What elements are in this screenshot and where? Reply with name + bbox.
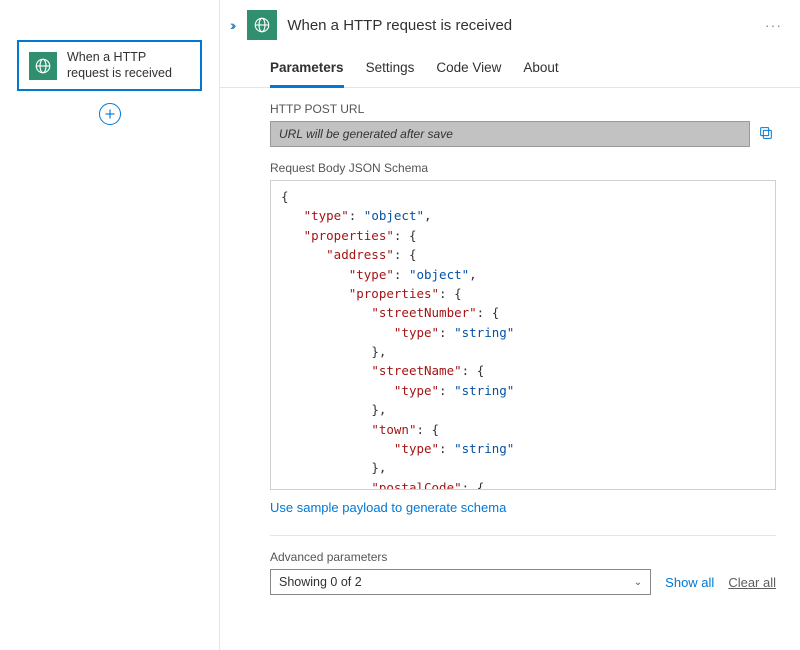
http-post-url-field: URL will be generated after save — [270, 121, 750, 147]
more-menu-icon[interactable]: ··· — [761, 17, 786, 33]
tab-about[interactable]: About — [523, 54, 558, 88]
trigger-node-card[interactable]: When a HTTP request is received — [17, 40, 202, 91]
advanced-params-dropdown[interactable]: Showing 0 of 2 ⌄ — [270, 569, 651, 595]
tab-parameters[interactable]: Parameters — [270, 54, 344, 88]
http-trigger-icon — [247, 10, 277, 40]
tab-code-view[interactable]: Code View — [436, 54, 501, 88]
show-all-link[interactable]: Show all — [665, 575, 714, 590]
panel-title: When a HTTP request is received — [287, 17, 751, 34]
clear-all-link[interactable]: Clear all — [728, 575, 776, 590]
use-sample-payload-link[interactable]: Use sample payload to generate schema — [270, 500, 506, 515]
json-schema-editor[interactable]: { "type": "object", "properties": { "add… — [270, 180, 776, 490]
copy-url-icon[interactable] — [758, 125, 776, 143]
advanced-params-value: Showing 0 of 2 — [279, 575, 362, 589]
tab-settings[interactable]: Settings — [366, 54, 415, 88]
http-post-url-label: HTTP POST URL — [270, 102, 776, 116]
chevron-down-icon: ⌄ — [634, 577, 642, 588]
schema-label: Request Body JSON Schema — [270, 161, 776, 175]
add-step-button[interactable] — [99, 103, 121, 125]
http-trigger-icon — [29, 52, 57, 80]
advanced-params-label: Advanced parameters — [270, 550, 776, 564]
trigger-node-label: When a HTTP request is received — [67, 50, 190, 81]
collapse-panel-icon[interactable]: ›› — [230, 17, 233, 33]
